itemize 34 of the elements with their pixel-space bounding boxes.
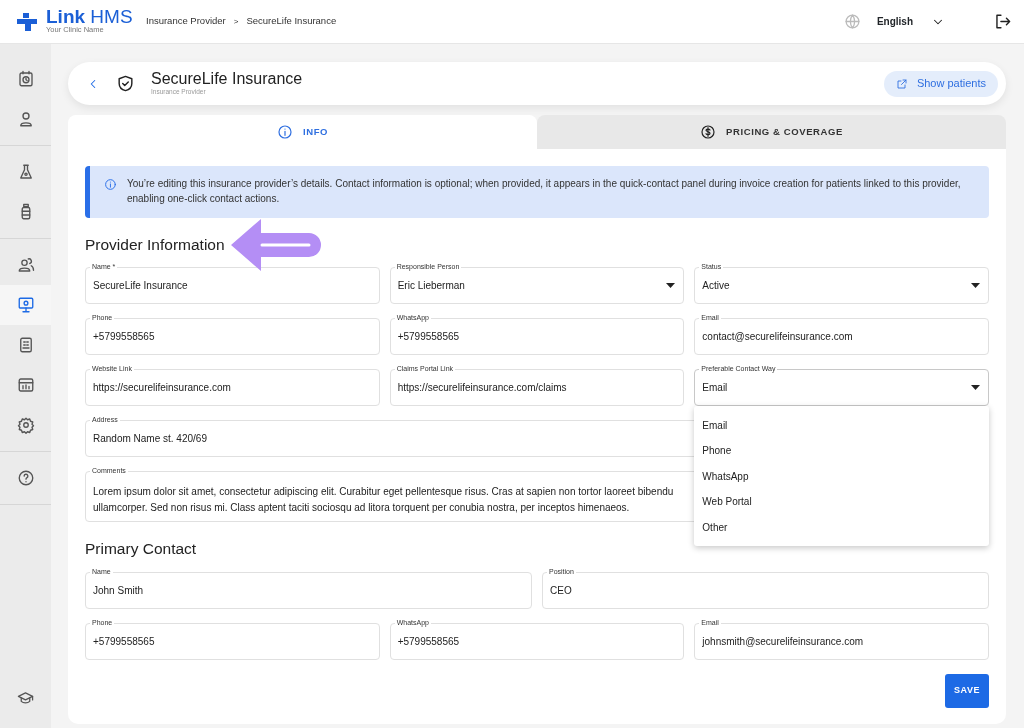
language-dropdown[interactable]: English (876, 14, 945, 29)
breadcrumb-separator: > (233, 15, 239, 28)
app-logo: Link HMS (46, 7, 133, 27)
dropdown-option[interactable]: Web Portal (694, 488, 989, 515)
users-icon (16, 256, 35, 274)
breadcrumb-link[interactable]: SecureLife Insurance (246, 14, 337, 29)
caret-icon (971, 283, 980, 289)
sidebar-item[interactable] (0, 285, 51, 325)
globe-icon (843, 13, 861, 30)
save-button[interactable]: SAVE (945, 673, 989, 708)
graduation-cap-icon (17, 689, 34, 707)
page-title: SecureLife Insurance (151, 69, 304, 88)
dollar-icon (700, 124, 717, 140)
section-title: Provider Information (85, 235, 225, 255)
monitor-icon (16, 296, 35, 314)
logout-button[interactable] (993, 12, 1012, 31)
tab[interactable]: PRICING & COVERAGE (537, 115, 1006, 149)
show-patients-button[interactable]: Show patients (883, 70, 998, 97)
info-icon (276, 124, 293, 140)
caret-icon (971, 385, 980, 391)
shield-check-icon (116, 74, 135, 93)
external-link-icon (895, 77, 908, 90)
chart-icon (16, 376, 35, 394)
info-icon (104, 177, 117, 192)
calendar-clock-icon (16, 70, 35, 88)
tab[interactable]: INFO (68, 115, 537, 149)
breadcrumb-link[interactable]: Insurance Provider (146, 14, 226, 29)
help-icon (16, 469, 35, 487)
logo-icon (16, 11, 38, 32)
settings-icon (16, 416, 35, 434)
logout-icon (993, 12, 1012, 31)
section-title: Primary Contact (85, 539, 197, 560)
alert-text: You’re editing this insurance provider’s details. Contact information is optional; when provided, it appears in the quick-contact panel during invoice creation for patients linked to this provider, enabling one-click contact actions. (126, 177, 962, 206)
caret-icon (666, 283, 676, 289)
